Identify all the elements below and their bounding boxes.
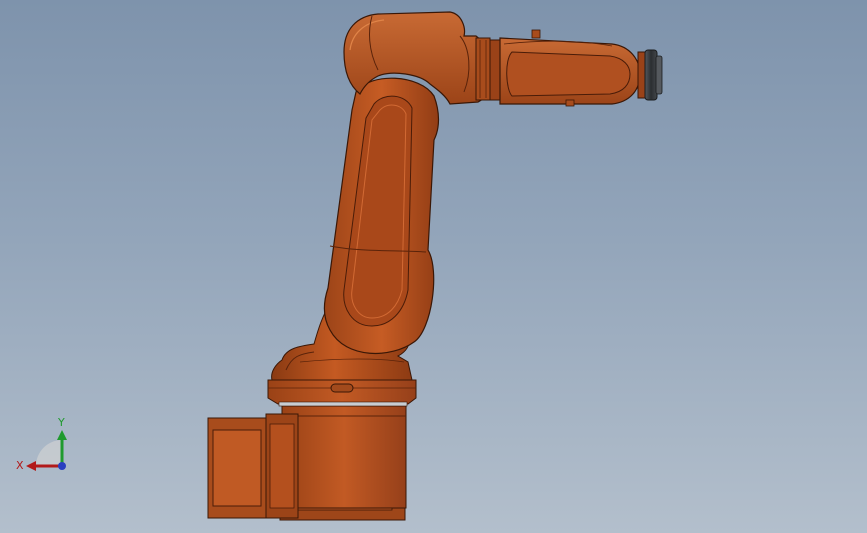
coordinate-triad: Y X [16, 416, 67, 472]
y-axis-label: Y [57, 416, 65, 429]
robot-tool-flange[interactable] [637, 49, 663, 101]
robot-arm-model[interactable]: Y X [0, 0, 867, 533]
robot-lower-arm[interactable] [323, 77, 440, 355]
x-axis-label: X [16, 459, 24, 472]
z-axis-dot [58, 462, 66, 470]
y-axis-head [57, 430, 67, 440]
cad-viewport[interactable]: Y X [0, 0, 867, 533]
robot-upper-arm[interactable] [489, 29, 641, 107]
x-axis-head [26, 461, 36, 471]
connector-box [207, 413, 299, 519]
robot-base[interactable] [207, 379, 417, 521]
